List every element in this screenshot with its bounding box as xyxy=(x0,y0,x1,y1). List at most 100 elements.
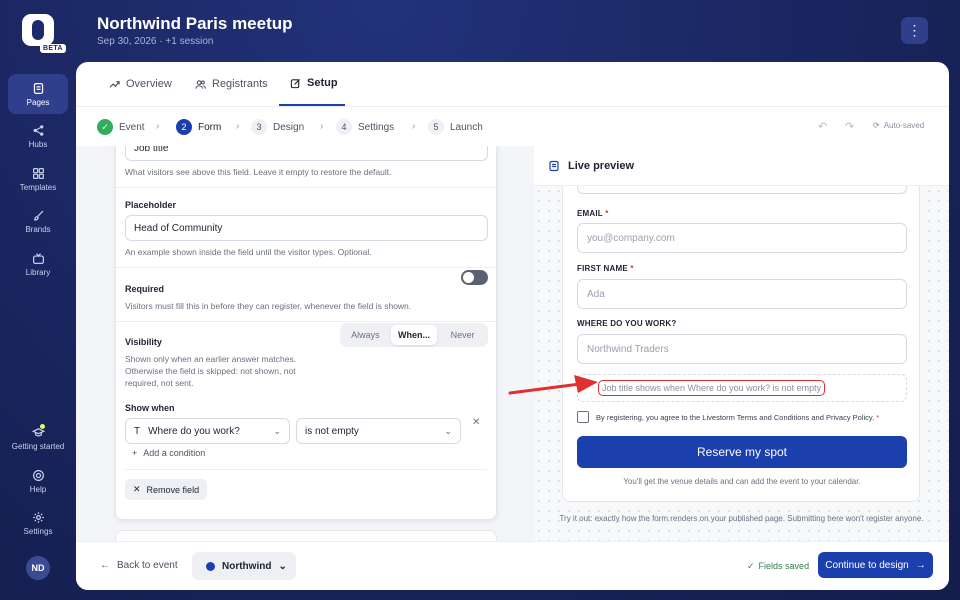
visibility-option-always[interactable]: Always xyxy=(342,325,389,345)
rail-item-library[interactable]: Library xyxy=(8,244,68,284)
placeholder-help: An example shown inside the field until … xyxy=(125,247,372,257)
rail-item-label: Templates xyxy=(19,182,57,192)
reserve-spot-button[interactable]: Reserve my spot xyxy=(577,436,907,468)
chevron-down-icon: ⌄ xyxy=(278,560,287,572)
tab-registrants[interactable]: Registrants xyxy=(195,62,268,106)
rail-item-getting-started[interactable]: Getting started xyxy=(8,418,68,458)
preview-work-input[interactable]: Northwind Traders xyxy=(577,334,907,364)
brand-name: Northwind xyxy=(222,560,272,572)
add-condition-button[interactable]: + Add a condition xyxy=(132,448,205,458)
required-toggle[interactable] xyxy=(461,270,488,285)
condition-field-select[interactable]: T Where do you work? ⌄ xyxy=(125,418,290,444)
check-icon: ✓ xyxy=(97,119,113,135)
rail-item-hubs[interactable]: Hubs xyxy=(8,116,68,156)
terms-text: By registering, you agree to the Livesto… xyxy=(596,412,880,422)
text-field-icon: T xyxy=(134,425,141,437)
required-help: Visitors must fill this in before they c… xyxy=(125,301,412,311)
show-when-label: Show when xyxy=(125,403,175,413)
remove-field-button[interactable]: ✕ Remove field xyxy=(125,479,208,500)
visibility-segmented-control: Always When... Never xyxy=(340,323,488,347)
avatar[interactable]: ND xyxy=(26,556,50,580)
tab-label: Setup xyxy=(307,77,338,89)
step-event[interactable]: ✓ Event xyxy=(97,119,145,135)
autosave-label: Auto-saved xyxy=(883,121,925,130)
notification-dot xyxy=(40,424,45,429)
preview-previous-input xyxy=(577,186,907,194)
visibility-option-when[interactable]: When... xyxy=(390,325,438,345)
app-logo[interactable] xyxy=(22,14,54,46)
footer-bar: ← Back to event Northwind ⌄ ✓ Fields sav… xyxy=(76,541,949,590)
next-field-card[interactable] xyxy=(115,530,497,541)
redo-button[interactable]: ↷ xyxy=(845,120,854,133)
chevron-down-icon: ⌄ xyxy=(444,426,452,436)
preview-form: EMAIL * you@company.com FIRST NAME * Ada… xyxy=(562,186,920,502)
step-settings[interactable]: 4 Settings xyxy=(336,119,394,135)
visibility-option-never[interactable]: Never xyxy=(439,325,486,345)
rail-item-label: Hubs xyxy=(28,139,48,149)
sync-icon: ⟳ xyxy=(873,121,880,130)
chevron-right-icon: › xyxy=(412,121,416,132)
preview-conditional-note: Job title shows when Where do you work? … xyxy=(598,380,826,396)
label-input[interactable]: Job title xyxy=(125,146,488,161)
tab-overview[interactable]: Overview xyxy=(109,62,172,106)
step-design[interactable]: 3 Design xyxy=(251,119,304,135)
rail-item-settings[interactable]: Settings xyxy=(8,503,68,543)
rail-item-help[interactable]: Help xyxy=(8,461,68,501)
placeholder-input[interactable]: Head of Community xyxy=(125,215,488,241)
condition-operator-select[interactable]: is not empty ⌄ xyxy=(296,418,461,444)
stepper: ✓ Event › 2 Form › 3 Design › 4 Settings… xyxy=(76,106,949,146)
visibility-help-line: required, not sent. xyxy=(125,378,194,388)
continue-label: Continue to design xyxy=(825,559,909,571)
rail-item-label: Library xyxy=(25,267,51,277)
preview-email-input[interactable]: you@company.com xyxy=(577,223,907,253)
check-icon: ✓ xyxy=(747,561,755,571)
remove-field-label: Remove field xyxy=(146,484,200,495)
terms-checkbox[interactable] xyxy=(577,411,589,423)
rail-item-label: Pages xyxy=(26,97,50,107)
event-subtitle: Sep 30, 2026 · +1 session xyxy=(97,36,214,47)
step-number: 4 xyxy=(336,119,352,135)
step-form[interactable]: 2 Form xyxy=(176,119,221,135)
back-to-event-button[interactable]: ← Back to event xyxy=(100,560,178,571)
divider xyxy=(125,469,487,470)
preview-header: Live preview xyxy=(534,146,949,186)
more-menu-button[interactable]: ⋮ xyxy=(901,17,928,44)
tab-label: Registrants xyxy=(212,78,268,90)
placeholder-label: Placeholder xyxy=(125,200,177,210)
rail-item-pages[interactable]: Pages xyxy=(8,74,68,114)
remove-condition-icon[interactable]: ✕ xyxy=(472,417,480,428)
tv-icon xyxy=(32,252,44,264)
preview-first-name-input[interactable]: Ada xyxy=(577,279,907,309)
preview-footer-note: Try it out: exactly how the form renders… xyxy=(559,514,924,523)
share-icon xyxy=(33,124,43,136)
annotation-arrow-icon xyxy=(508,375,598,395)
visibility-help-line: Shown only when an earlier answer matche… xyxy=(125,354,297,364)
preview-email-label: EMAIL * xyxy=(577,209,609,218)
chevron-right-icon: › xyxy=(156,121,160,132)
rail-item-label: Getting started xyxy=(11,441,65,451)
plus-icon: + xyxy=(132,448,138,458)
rail-item-templates[interactable]: Templates xyxy=(8,159,68,199)
main-panel: Overview Registrants Setup ✓ Event › 2 F… xyxy=(76,62,949,590)
back-label: Back to event xyxy=(117,560,178,571)
continue-to-design-button[interactable]: Continue to design → xyxy=(818,552,933,578)
gear-icon xyxy=(32,511,44,523)
step-label: Design xyxy=(273,121,305,133)
step-launch[interactable]: 5 Launch xyxy=(428,119,483,135)
beta-badge: BETA xyxy=(40,44,66,53)
edit-icon xyxy=(290,78,301,88)
step-label: Settings xyxy=(358,121,395,133)
undo-button[interactable]: ↶ xyxy=(818,120,827,133)
label-help: What visitors see above this field. Leav… xyxy=(125,167,392,177)
tab-setup[interactable]: Setup xyxy=(279,62,345,106)
field-settings-card: Job title What visitors see above this f… xyxy=(115,146,497,520)
document-icon xyxy=(549,160,559,171)
condition-field-value: Where do you work? xyxy=(148,425,240,437)
step-number: 2 xyxy=(176,119,192,135)
required-label: Required xyxy=(125,284,165,294)
brand-selector[interactable]: Northwind ⌄ xyxy=(192,552,296,580)
fields-saved-status: ✓ Fields saved xyxy=(747,561,809,572)
fields-saved-label: Fields saved xyxy=(758,561,810,571)
rail-item-brands[interactable]: Brands xyxy=(8,201,68,241)
rail-item-label: Settings xyxy=(23,526,53,536)
